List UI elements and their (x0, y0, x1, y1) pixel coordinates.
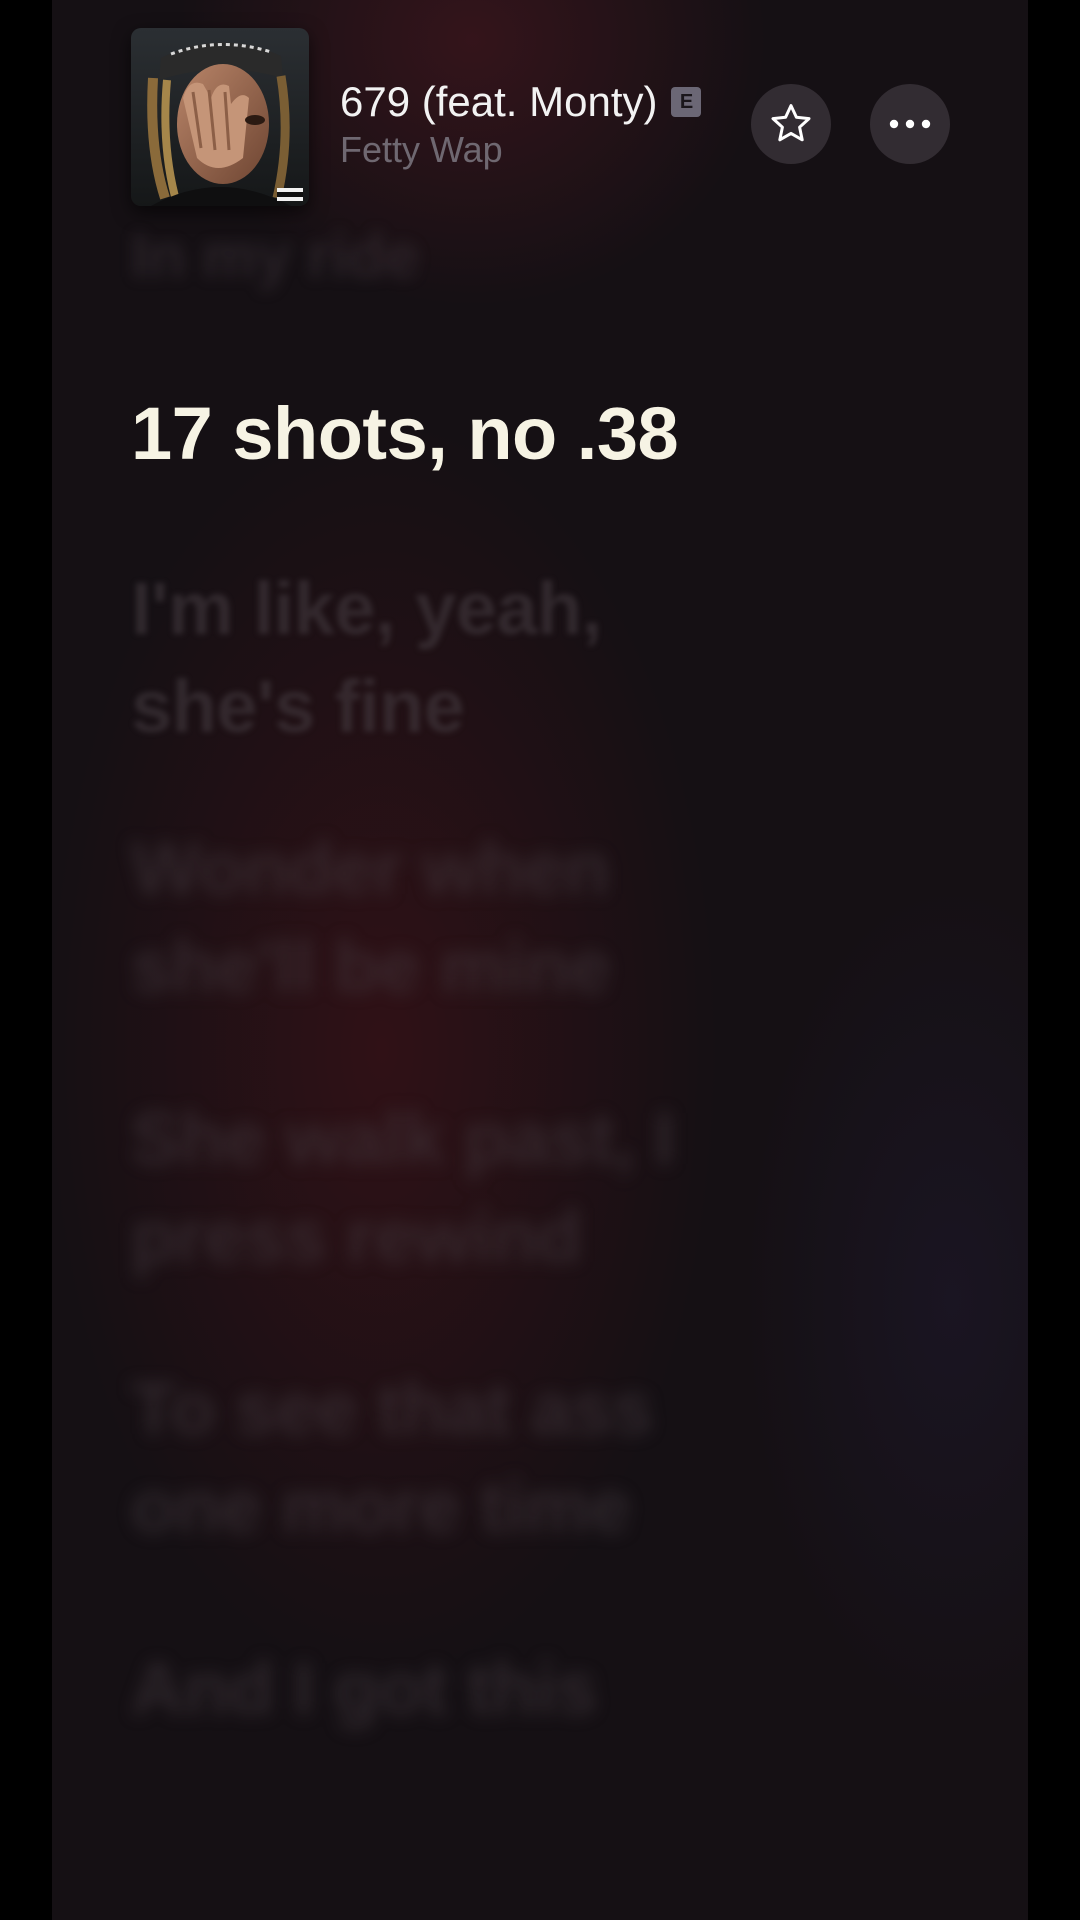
lyric-current-line[interactable]: 17 shots, no .38 (131, 385, 791, 483)
explicit-badge: E (671, 87, 702, 117)
track-title: 679 (feat. Monty) (340, 78, 658, 125)
screen: 679 (feat. Monty) E Fetty Wap In my ride… (0, 0, 1080, 1920)
lyric-line[interactable]: To see that ass one more time (131, 1360, 791, 1556)
lyric-line[interactable]: I'm like, yeah, she's fine (131, 560, 791, 756)
ellipsis-icon (889, 119, 931, 129)
lyric-line[interactable]: She walk past, I press rewind (131, 1090, 791, 1286)
star-outline-icon (771, 104, 811, 142)
favorite-button[interactable] (751, 84, 831, 164)
album-artwork-image (131, 28, 309, 206)
album-artwork[interactable] (131, 28, 309, 206)
lyric-previous-line[interactable]: In my ride (131, 222, 791, 292)
artist-name[interactable]: Fetty Wap (340, 128, 503, 172)
lyric-line[interactable]: And I got this (131, 1640, 791, 1738)
track-title-row[interactable]: 679 (feat. Monty) E (340, 76, 702, 128)
lyric-line[interactable]: Wonder when she'll be mine (131, 820, 791, 1016)
lyrics-panel[interactable]: 679 (feat. Monty) E Fetty Wap In my ride… (52, 0, 1028, 1920)
more-options-button[interactable] (870, 84, 950, 164)
